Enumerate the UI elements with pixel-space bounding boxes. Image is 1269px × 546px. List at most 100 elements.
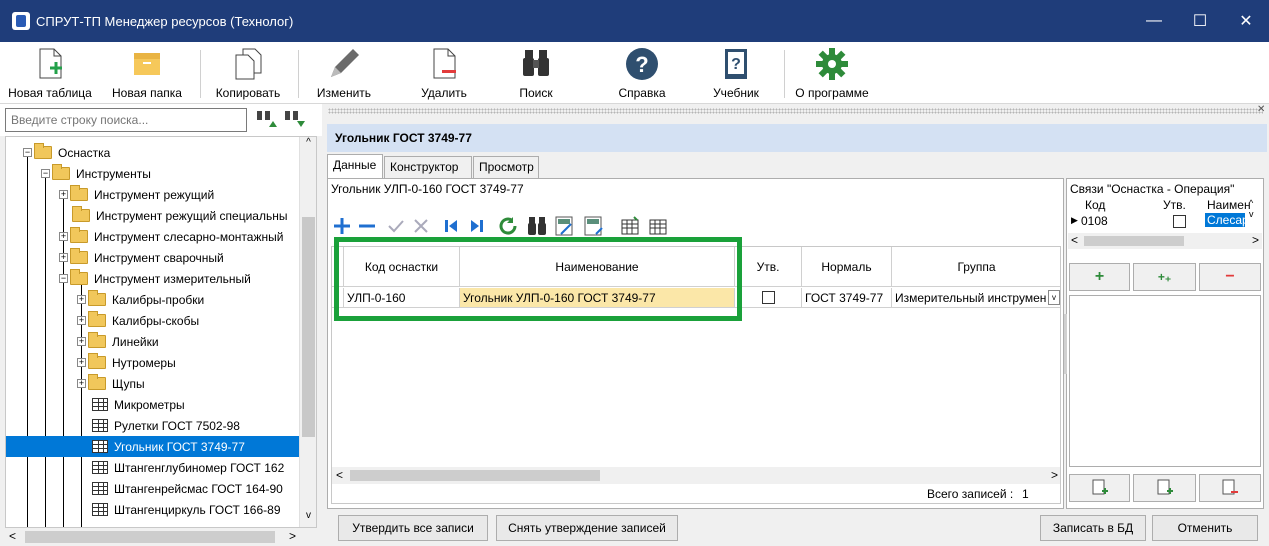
column-header[interactable]: Наименование <box>460 247 735 287</box>
tree-item[interactable]: + Нутромеры <box>77 352 179 373</box>
column-header[interactable]: Нормаль <box>802 247 892 287</box>
close-button[interactable]: ✕ <box>1223 0 1269 42</box>
tree-hscroll[interactable]: < > <box>5 528 300 546</box>
copy-button[interactable]: Копировать <box>208 42 288 104</box>
record-caption: Угольник УЛП-0-160 ГОСТ 3749-77 <box>331 182 524 196</box>
tree-item[interactable]: Штангенциркуль ГОСТ 166-89 <box>92 499 284 520</box>
tree-item[interactable]: + Инструмент режущий <box>59 184 217 205</box>
tree-item[interactable]: + Щупы <box>77 373 148 394</box>
main-area: ✕ Угольник ГОСТ 3749-77 Данные Конструкт… <box>322 104 1269 546</box>
new-table-icon <box>39 48 62 79</box>
maximize-button[interactable]: ☐ <box>1177 0 1223 42</box>
save-db-button[interactable]: Записать в БД <box>1040 515 1146 541</box>
search-down-icon[interactable] <box>283 109 305 129</box>
binoculars-icon <box>523 50 549 76</box>
tree-item[interactable]: − Инструмент измерительный <box>59 268 254 289</box>
new-table-button[interactable]: Новая таблица <box>4 42 96 104</box>
unapprove-button[interactable]: Снять утверждение записей <box>496 515 678 541</box>
tree-item[interactable]: + Калибры-пробки <box>77 289 207 310</box>
new-folder-button[interactable]: Новая папка <box>104 42 190 104</box>
tree-item[interactable]: Инструмент режущий специальны <box>72 205 290 226</box>
table-header: Угольник ГОСТ 3749-77 <box>327 124 1267 152</box>
grid-hscroll[interactable]: < > <box>332 467 1060 484</box>
export-xlsx-icon[interactable] <box>552 213 578 239</box>
tab-constructor[interactable]: Конструктор <box>384 156 472 178</box>
confirm-icon[interactable] <box>385 213 407 239</box>
links-remove-button[interactable]: − <box>1199 263 1261 291</box>
table-view-icon[interactable] <box>646 213 670 239</box>
column-header[interactable]: Утв. <box>735 247 802 287</box>
links-panel: Связи "Оснастка - Операция" Код Утв. Наи… <box>1066 178 1264 509</box>
edit-button[interactable]: Изменить <box>308 42 380 104</box>
table-settings-icon[interactable] <box>618 213 642 239</box>
tree-item[interactable]: Микрометры <box>92 394 188 415</box>
cell-name[interactable]: Угольник УЛП-0-160 ГОСТ 3749-77 <box>460 288 735 308</box>
main-toolbar: Новая таблица Новая папка Копировать Изм… <box>0 42 1269 104</box>
cancel-button[interactable]: Отменить <box>1152 515 1258 541</box>
links-cell-code[interactable]: 0108 <box>1081 214 1108 228</box>
attach-file-button[interactable] <box>1069 474 1130 502</box>
title-bar: СПРУТ-ТП Менеджер ресурсов (Технолог) — … <box>0 0 1269 42</box>
row-indicator[interactable] <box>332 288 344 308</box>
tutorial-button[interactable]: ? Учебник <box>698 42 774 104</box>
panel-splitter[interactable] <box>1064 314 1067 374</box>
toolbar-separator <box>200 50 201 98</box>
tree-item[interactable]: Штангенрейсмас ГОСТ 164-90 <box>92 478 286 499</box>
add-record-icon[interactable] <box>331 213 353 239</box>
splitter-handle[interactable] <box>328 108 1263 114</box>
find-icon[interactable] <box>525 213 549 239</box>
delete-button[interactable]: Удалить <box>404 42 484 104</box>
first-record-icon[interactable] <box>440 213 462 239</box>
column-header[interactable]: Группа <box>892 247 1060 287</box>
records-grid: Код оснастки Наименование Утв. Нормаль Г… <box>331 246 1061 504</box>
remove-file-button[interactable] <box>1199 474 1261 502</box>
links-col-name[interactable]: Наимен <box>1207 198 1251 212</box>
tree-item[interactable]: + Линейки <box>77 331 162 352</box>
minimize-button[interactable]: — <box>1131 0 1177 42</box>
links-approved-checkbox[interactable] <box>1173 215 1186 228</box>
links-hscroll[interactable]: < > <box>1068 233 1262 249</box>
attach-files-button[interactable] <box>1133 474 1196 502</box>
total-value: 1 <box>1022 487 1029 501</box>
remove-record-icon[interactable] <box>356 213 378 239</box>
tree-item[interactable]: − Инструменты <box>41 163 154 184</box>
refresh-icon[interactable] <box>496 213 520 239</box>
tab-data[interactable]: Данные <box>327 154 383 178</box>
cancel-icon[interactable] <box>410 213 432 239</box>
cell-normal[interactable]: ГОСТ 3749-77 <box>802 288 892 308</box>
approved-checkbox[interactable] <box>761 291 775 304</box>
column-header[interactable]: Код оснастки <box>344 247 460 287</box>
tab-preview[interactable]: Просмотр <box>473 156 539 178</box>
tree-item[interactable]: + Калибры-скобы <box>77 310 202 331</box>
links-col-code[interactable]: Код <box>1085 198 1105 212</box>
add-files-icon <box>1157 479 1173 495</box>
links-col-approved[interactable]: Утв. <box>1163 198 1186 212</box>
cell-approved[interactable] <box>735 288 802 308</box>
approve-all-button[interactable]: Утвердить все записи <box>338 515 488 541</box>
resource-tree: − Оснастка − Инструменты + Инструмент режущ… <box>5 136 317 528</box>
search-input[interactable] <box>5 108 247 132</box>
links-add-button[interactable]: + <box>1069 263 1130 291</box>
tree-vscroll[interactable]: ^ v <box>299 137 316 527</box>
tree-item[interactable]: + Инструмент сварочный <box>59 247 227 268</box>
gear-icon <box>816 48 848 80</box>
links-scroll-arrows[interactable]: ^ v <box>1249 198 1254 220</box>
search-up-icon[interactable] <box>255 109 277 129</box>
tree-item[interactable]: + Инструмент слесарно-монтажный <box>59 226 286 247</box>
search-button[interactable]: Поиск <box>500 42 572 104</box>
import-xlsx-icon[interactable] <box>581 213 607 239</box>
cell-group[interactable]: Измерительный инструмен v <box>892 288 1060 308</box>
tree-item[interactable]: Штангенглубиномер ГОСТ 162 <box>92 457 287 478</box>
links-title: Связи "Оснастка - Операция" <box>1070 182 1235 196</box>
tree-item-selected[interactable]: Угольник ГОСТ 3749-77 <box>6 436 300 457</box>
last-record-icon[interactable] <box>466 213 488 239</box>
close-panel-icon[interactable]: ✕ <box>1257 104 1265 115</box>
cell-code[interactable]: УЛП-0-160 <box>344 288 460 308</box>
about-button[interactable]: О программе <box>790 42 874 104</box>
help-button[interactable]: ? Справка <box>606 42 678 104</box>
dropdown-arrow-icon[interactable]: v <box>1048 290 1060 305</box>
tree-item[interactable]: Рулетки ГОСТ 7502-98 <box>92 415 243 436</box>
tree-item[interactable]: − Оснастка <box>23 142 113 163</box>
links-cell-name[interactable]: Слесарн <box>1205 213 1245 227</box>
links-add-multiple-button[interactable]: +₊ <box>1133 263 1196 291</box>
